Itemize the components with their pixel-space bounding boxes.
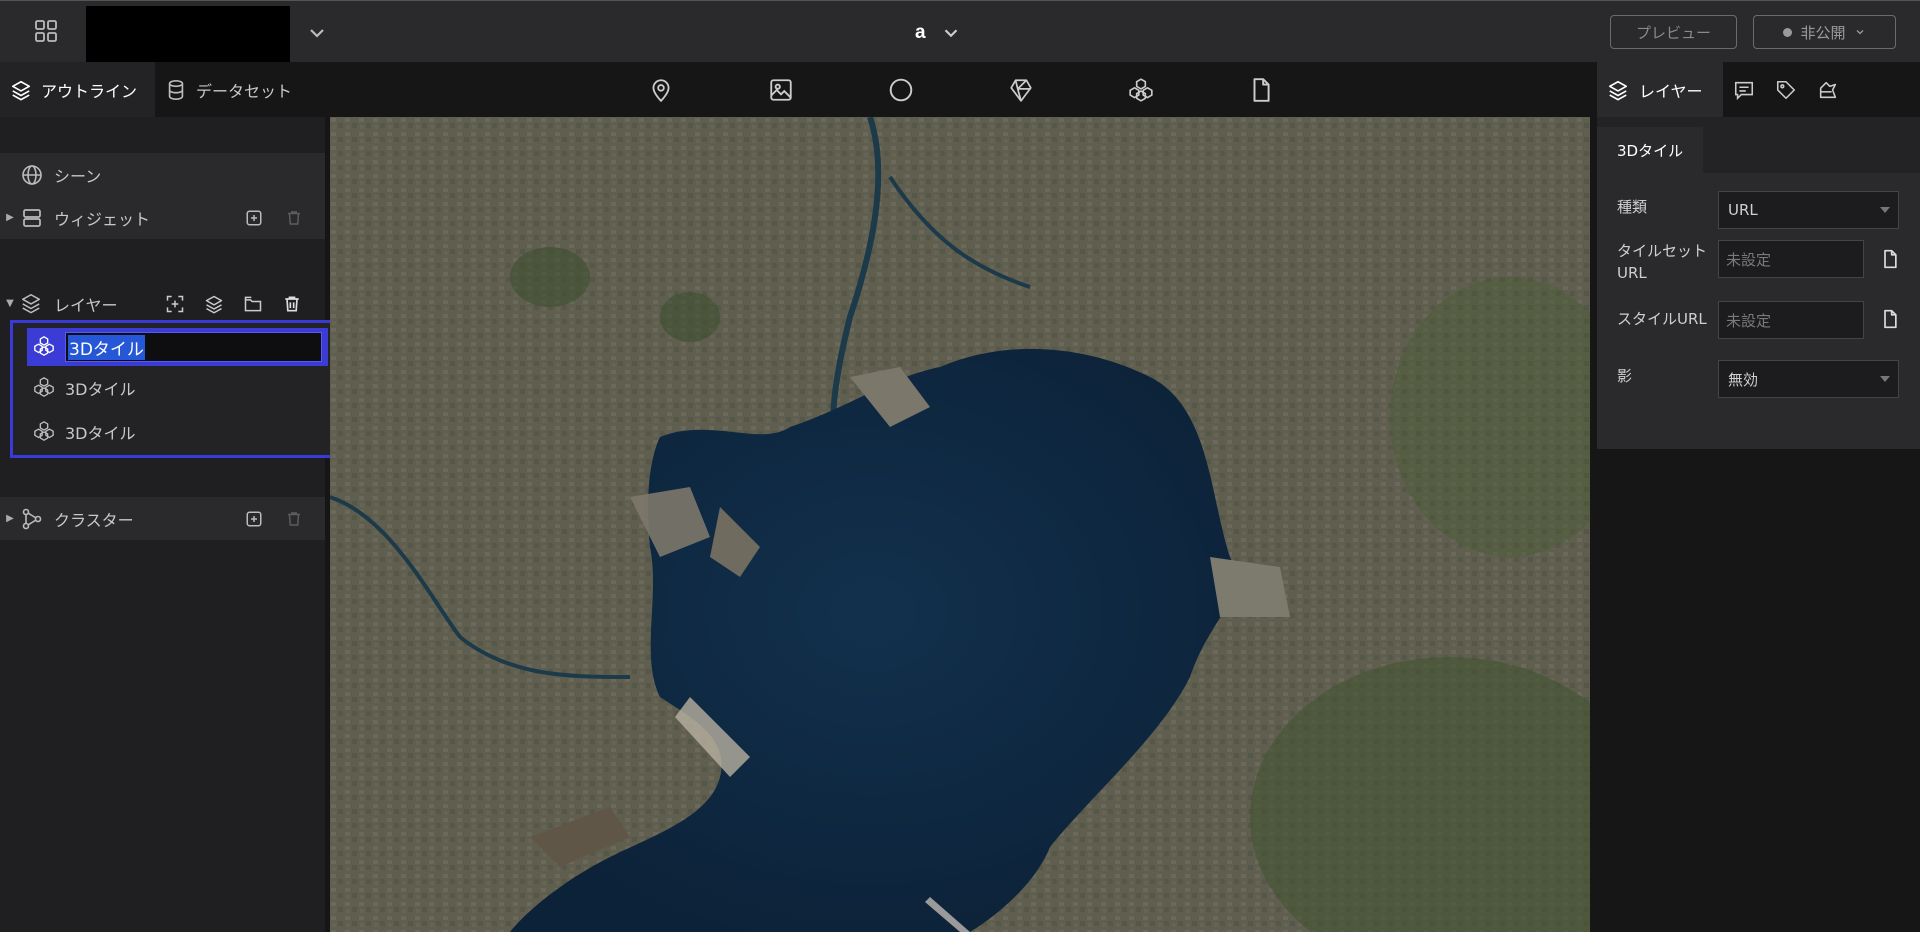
tab-dataset-label: データセット <box>196 81 293 101</box>
focus-layer-icon[interactable] <box>164 293 186 315</box>
properties-panel: 3Dタイル 種類 URL タイルセット URL 未設定 スタイルURL 未設定 … <box>1597 117 1920 449</box>
project-chevron-down-icon[interactable] <box>305 21 329 45</box>
polygon-3d-icon[interactable] <box>1008 77 1034 103</box>
layers-label: レイヤー <box>54 295 118 315</box>
shadow-label: 影 <box>1617 367 1633 385</box>
layer-item-3d-tiles-2[interactable]: 3Dタイル <box>27 369 328 407</box>
preview-button[interactable]: プレビュー <box>1610 15 1737 49</box>
scene-chevron-down-icon <box>940 22 962 44</box>
sphere-icon[interactable] <box>888 77 914 103</box>
layer-rename-input[interactable]: 3Dタイル <box>65 332 322 362</box>
3d-tiles-icon[interactable] <box>1128 77 1154 103</box>
tab-outline[interactable]: アウトライン <box>0 62 156 117</box>
3d-tiles-icon <box>33 335 57 359</box>
chevron-down-icon <box>1854 26 1866 38</box>
add-folder-icon[interactable] <box>242 293 264 315</box>
3d-tiles-icon <box>33 420 57 444</box>
widget-label: ウィジェット <box>54 209 151 229</box>
tab-layer-label: レイヤー <box>1639 81 1703 101</box>
property-fields: 種類 URL タイルセット URL 未設定 スタイルURL 未設定 影 無効 <box>1597 173 1920 449</box>
left-panel: アウトライン データセット シーン ▶ ウィジェット ▼ レイヤー 3Dタイル … <box>0 62 335 932</box>
type-label: 種類 <box>1617 198 1648 216</box>
database-icon <box>165 79 187 101</box>
layer-rename-text: 3Dタイル <box>68 334 145 360</box>
expand-caret-icon[interactable]: ▶ <box>0 212 20 223</box>
outline-item-scene[interactable]: シーン <box>0 153 325 196</box>
widget-icon <box>20 206 44 230</box>
tag-icon[interactable] <box>1765 62 1807 117</box>
layers-icon <box>20 292 44 316</box>
3d-tiles-icon <box>33 376 57 400</box>
style-url-input[interactable]: 未設定 <box>1718 301 1864 339</box>
expand-caret-icon[interactable]: ▶ <box>0 513 20 524</box>
layer-label: 3Dタイル <box>65 424 136 443</box>
globe-icon <box>20 163 44 187</box>
publish-status-button[interactable]: 非公開 <box>1753 15 1896 49</box>
tileset-url-label-line2: URL <box>1617 263 1647 282</box>
layers-icon <box>10 79 32 101</box>
type-select[interactable]: URL <box>1718 191 1899 229</box>
image-icon[interactable] <box>768 77 794 103</box>
add-widget-icon[interactable] <box>243 207 265 229</box>
infobox-icon[interactable] <box>1723 62 1765 117</box>
style-icon[interactable] <box>1807 62 1849 117</box>
tileset-url-label-line1: タイルセット <box>1617 242 1708 260</box>
tab-layer-properties[interactable]: レイヤー <box>1597 62 1723 117</box>
cluster-icon <box>20 507 44 531</box>
tab-3d-tiles[interactable]: 3Dタイル <box>1597 127 1704 173</box>
dropdown-arrow-icon <box>1880 376 1890 382</box>
delete-layer-icon[interactable] <box>281 293 303 315</box>
style-file-icon[interactable] <box>1880 309 1900 329</box>
add-layer-group-icon[interactable] <box>203 293 225 315</box>
outline-section-clusters[interactable]: ▶ クラスター <box>0 497 325 540</box>
status-dot-icon <box>1783 27 1793 37</box>
top-header: a プレビュー 非公開 <box>0 0 1920 63</box>
outline-section-widgets[interactable]: ▶ ウィジェット <box>0 196 325 239</box>
collapse-caret-icon[interactable]: ▼ <box>0 298 20 309</box>
layers-icon <box>1607 79 1629 101</box>
tileset-url-label: タイルセット URL <box>1617 241 1707 285</box>
map-viewport[interactable] <box>330 117 1590 932</box>
style-url-label: スタイルURL <box>1617 310 1707 328</box>
tab-outline-label: アウトライン <box>41 81 138 101</box>
cluster-label: クラスター <box>54 510 134 530</box>
marker-icon[interactable] <box>648 77 674 103</box>
tileset-file-icon[interactable] <box>1880 249 1900 269</box>
add-cluster-icon[interactable] <box>243 508 265 530</box>
delete-widget-icon[interactable] <box>283 207 305 229</box>
right-panel: レイヤー 3Dタイル 種類 URL タイルセット URL 未設定 スタイルURL… <box>1597 62 1920 932</box>
shadow-select-value: 無効 <box>1728 370 1759 389</box>
apps-grid-icon[interactable] <box>30 15 62 47</box>
left-tabs: アウトライン データセット <box>0 62 325 117</box>
dropdown-arrow-icon <box>1880 207 1890 213</box>
publish-status-label: 非公開 <box>1800 23 1846 42</box>
outline-section-layers[interactable]: ▼ レイヤー <box>0 282 325 325</box>
file-icon[interactable] <box>1248 77 1274 103</box>
type-select-value: URL <box>1728 201 1758 219</box>
layer-item-3d-tiles-3[interactable]: 3Dタイル <box>27 413 328 451</box>
tab-dataset[interactable]: データセット <box>155 62 310 117</box>
scene-selector[interactable]: a <box>915 19 962 47</box>
layer-toolbar <box>325 62 1597 117</box>
tileset-url-input[interactable]: 未設定 <box>1718 240 1864 278</box>
shadow-select[interactable]: 無効 <box>1718 360 1899 398</box>
layer-label: 3Dタイル <box>65 380 136 399</box>
scene-label: シーン <box>54 166 102 186</box>
right-tabs: レイヤー <box>1597 62 1920 117</box>
delete-cluster-icon[interactable] <box>283 508 305 530</box>
satellite-map-image <box>330 117 1590 932</box>
layer-item-3d-tiles-1[interactable]: 3Dタイル <box>27 328 328 366</box>
project-name-redacted[interactable] <box>86 6 290 63</box>
scene-name: a <box>915 22 926 43</box>
layer-list: 3Dタイル 3Dタイル 3Dタイル <box>10 320 335 458</box>
